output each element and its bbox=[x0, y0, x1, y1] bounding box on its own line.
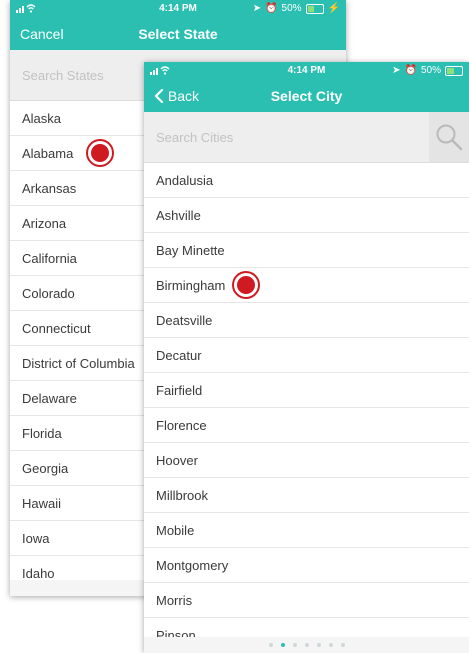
page-title: Select City bbox=[270, 88, 343, 104]
list-item-label: Arizona bbox=[22, 216, 67, 231]
navigation-bar: Back Select City bbox=[144, 80, 469, 112]
page-dot bbox=[316, 643, 321, 647]
list-item[interactable]: Ashville bbox=[144, 198, 469, 233]
battery-fill bbox=[307, 5, 315, 12]
list-item-label: Arkansas bbox=[22, 181, 77, 196]
page-dot bbox=[280, 643, 285, 647]
search-icon bbox=[436, 124, 463, 151]
page-indicator bbox=[144, 637, 469, 653]
page-title: Select State bbox=[138, 26, 218, 42]
list-item-label: Alaska bbox=[22, 111, 62, 126]
list-item[interactable]: Hoover bbox=[144, 443, 469, 478]
list-item-label: Delaware bbox=[22, 391, 77, 406]
search-button[interactable] bbox=[429, 112, 469, 162]
tap-indicator bbox=[86, 139, 114, 167]
list-item[interactable]: Andalusia bbox=[144, 163, 469, 198]
list-item[interactable]: Decatur bbox=[144, 338, 469, 373]
list-item-label: Connecticut bbox=[22, 321, 91, 336]
list-item-label: Iowa bbox=[22, 531, 50, 546]
list-item-label: Fairfield bbox=[156, 383, 203, 398]
list-item-label: Andalusia bbox=[156, 173, 214, 188]
search-cities-input[interactable] bbox=[144, 112, 438, 162]
battery-percent: 50% bbox=[420, 65, 441, 76]
list-item-label: Florence bbox=[156, 418, 207, 433]
city-list: Andalusia Ashville Bay Minette Birmingham De… bbox=[144, 163, 469, 653]
list-item-label: Mobile bbox=[156, 523, 195, 538]
list-item[interactable]: Florence bbox=[144, 408, 469, 443]
list-item[interactable]: Montgomery bbox=[144, 548, 469, 583]
page-dot bbox=[268, 643, 273, 647]
list-item-label: Millbrook bbox=[156, 488, 209, 503]
battery-icon bbox=[445, 65, 463, 76]
list-item[interactable]: Bay Minette bbox=[144, 233, 469, 268]
page-dot bbox=[292, 643, 297, 647]
location-arrow-icon: ➤ bbox=[392, 65, 401, 76]
list-item[interactable]: Mobile bbox=[144, 513, 469, 548]
status-bar: 4:14 PM ➤ ⏰ 50% bbox=[144, 62, 469, 80]
list-item-label: Hawaii bbox=[22, 496, 62, 511]
list-item[interactable]: Morris bbox=[144, 583, 469, 618]
tap-indicator bbox=[232, 271, 260, 299]
list-item[interactable]: Fairfield bbox=[144, 373, 469, 408]
list-item-label: Morris bbox=[156, 593, 193, 608]
location-arrow-icon: ➤ bbox=[252, 3, 262, 14]
select-city-screen: 4:14 PM ➤ ⏰ 50% Back Select City Andalus… bbox=[144, 62, 469, 653]
list-item-label: Idaho bbox=[22, 566, 55, 581]
status-bar: 4:14 PM ➤ ⏰ 50% ⚡ bbox=[10, 0, 346, 18]
list-item-label: Decatur bbox=[156, 348, 202, 363]
list-item-label: Georgia bbox=[22, 461, 69, 476]
list-item[interactable]: Millbrook bbox=[144, 478, 469, 513]
page-dot bbox=[340, 643, 345, 647]
list-item-label: California bbox=[22, 251, 77, 266]
list-item-label: Hoover bbox=[156, 453, 198, 468]
battery-fill bbox=[447, 67, 454, 74]
list-item-label: Florida bbox=[22, 426, 62, 441]
list-item-label: District of Columbia bbox=[22, 356, 135, 371]
battery-percent: 50% bbox=[281, 3, 302, 14]
list-item-label: Montgomery bbox=[156, 558, 229, 573]
list-item-label: Birmingham bbox=[156, 278, 226, 293]
list-item[interactable]: Deatsville bbox=[144, 303, 469, 338]
list-item-label: Deatsville bbox=[156, 313, 213, 328]
page-dot bbox=[304, 643, 309, 647]
charging-icon: ⚡ bbox=[327, 3, 340, 14]
list-item-label: Alabama bbox=[22, 146, 74, 161]
battery-icon bbox=[305, 3, 324, 14]
page-dot bbox=[328, 643, 333, 647]
list-item[interactable]: Birmingham bbox=[144, 268, 469, 303]
alarm-icon: ⏰ bbox=[265, 3, 278, 14]
list-item-label: Colorado bbox=[22, 286, 75, 301]
search-bar bbox=[144, 112, 469, 163]
navigation-bar: Cancel Select State bbox=[10, 18, 346, 50]
list-item-label: Ashville bbox=[156, 208, 201, 223]
list-item-label: Bay Minette bbox=[156, 243, 225, 258]
alarm-icon: ⏰ bbox=[404, 65, 417, 76]
